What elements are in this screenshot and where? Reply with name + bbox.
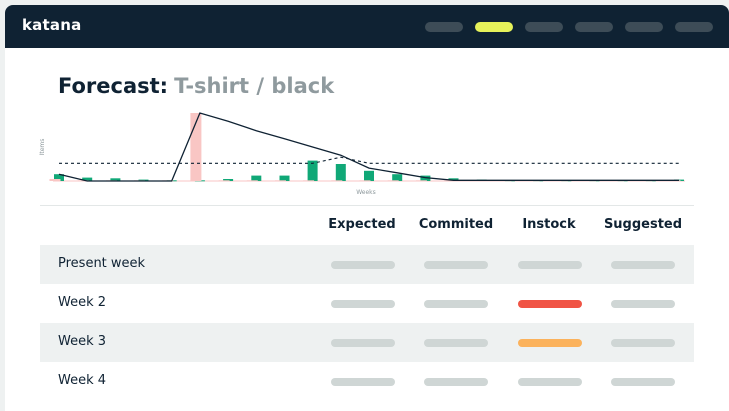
expected-value bbox=[331, 339, 395, 347]
spike-bar bbox=[218, 180, 230, 182]
forecast-chart: Items Weeks bbox=[39, 112, 685, 196]
row-label: Week 4 bbox=[58, 373, 107, 388]
spike-bar bbox=[275, 180, 286, 182]
column-header-expected: Expected bbox=[328, 217, 396, 232]
nav-item-2-active[interactable] bbox=[475, 22, 513, 32]
product-name: T-shirt / black bbox=[174, 74, 335, 98]
commited-value bbox=[424, 261, 488, 269]
table-row[interactable]: Week 4 bbox=[40, 362, 694, 401]
katana-logo[interactable]: katana bbox=[22, 16, 81, 34]
table-row[interactable]: Week 3 bbox=[40, 323, 694, 362]
spike-bar bbox=[359, 180, 371, 182]
top-navigation-bar: katana bbox=[5, 5, 729, 48]
spike-bar bbox=[387, 180, 399, 182]
expected-value bbox=[331, 378, 395, 386]
spike-bar bbox=[246, 180, 258, 182]
spike-bar bbox=[49, 179, 61, 181]
instock-status-red bbox=[518, 300, 582, 308]
nav-item-1[interactable] bbox=[425, 22, 463, 32]
divider bbox=[40, 205, 694, 206]
forecast-bar bbox=[335, 164, 346, 181]
row-label: Week 3 bbox=[58, 334, 107, 349]
nav-item-3[interactable] bbox=[525, 22, 563, 32]
nav-item-4[interactable] bbox=[575, 22, 613, 32]
page-title: Forecast: T-shirt / black bbox=[58, 74, 334, 98]
forecast-bar bbox=[279, 175, 290, 181]
instock-status-orange bbox=[518, 339, 582, 347]
column-header-suggested: Suggested bbox=[603, 217, 683, 232]
commited-value bbox=[424, 339, 488, 347]
commited-value bbox=[424, 300, 488, 308]
average-line bbox=[59, 156, 679, 164]
commited-value bbox=[424, 378, 488, 386]
suggested-value bbox=[611, 300, 675, 308]
table-row[interactable]: Present week bbox=[40, 245, 694, 284]
suggested-value bbox=[611, 378, 675, 386]
forecast-label: Forecast: bbox=[58, 74, 169, 98]
row-label: Present week bbox=[58, 256, 146, 271]
spike-bar bbox=[415, 180, 427, 182]
suggested-value bbox=[611, 339, 675, 347]
spike-bar bbox=[303, 180, 315, 182]
forecast-bar bbox=[251, 175, 262, 181]
expected-value bbox=[331, 300, 395, 308]
nav-item-6[interactable] bbox=[675, 22, 713, 32]
instock-value bbox=[518, 378, 582, 386]
forecast-bar bbox=[392, 174, 403, 181]
suggested-value bbox=[611, 261, 675, 269]
x-axis-label: Weeks bbox=[356, 189, 376, 196]
nav-item-5[interactable] bbox=[625, 22, 663, 32]
column-header-commited: Commited bbox=[418, 217, 494, 232]
instock-value bbox=[518, 261, 582, 269]
row-label: Week 2 bbox=[58, 295, 107, 310]
column-header-instock: Instock bbox=[522, 217, 576, 232]
y-axis-label: Items bbox=[39, 139, 46, 156]
table-row[interactable]: Week 2 bbox=[40, 284, 694, 323]
app-window: katana Forecast: T-shirt / black Items We… bbox=[5, 5, 729, 411]
forecast-bar bbox=[364, 170, 374, 181]
expected-value bbox=[331, 261, 395, 269]
spike-bar bbox=[331, 180, 343, 182]
